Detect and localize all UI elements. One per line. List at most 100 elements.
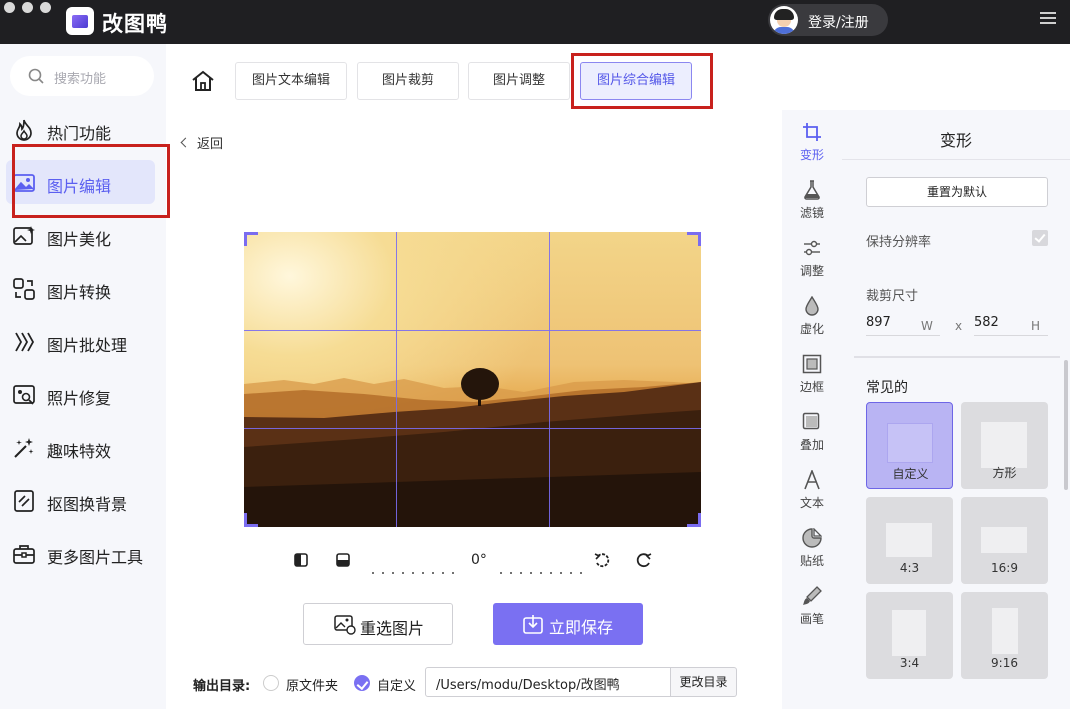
login-label: 登录/注册 bbox=[808, 15, 869, 31]
tool-label: 文本 bbox=[799, 496, 824, 510]
sidebar-item-repair[interactable]: 照片修复 bbox=[0, 372, 166, 418]
tool-label: 虚化 bbox=[799, 322, 824, 336]
tool-transform[interactable]: 变形 bbox=[782, 114, 842, 170]
rotate-right-icon[interactable] bbox=[636, 552, 652, 568]
rotation-slider-right[interactable] bbox=[500, 559, 590, 574]
tab-image-adjust[interactable]: 图片调整 bbox=[468, 62, 570, 100]
home-icon[interactable] bbox=[190, 68, 216, 94]
tool-label: 贴纸 bbox=[799, 554, 824, 568]
tool-overlay[interactable]: 叠加 bbox=[782, 404, 842, 460]
tab-image-crop[interactable]: 图片裁剪 bbox=[357, 62, 459, 100]
tool-sticker[interactable]: 贴纸 bbox=[782, 520, 842, 576]
overlay-icon bbox=[802, 412, 820, 430]
flip-vertical-icon[interactable] bbox=[335, 552, 351, 568]
divider bbox=[854, 356, 1060, 358]
menu-icon[interactable] bbox=[1040, 12, 1056, 26]
sliders-icon bbox=[804, 240, 820, 256]
output-dir-label: 输出目录: bbox=[193, 679, 251, 694]
tool-border[interactable]: 边框 bbox=[782, 346, 842, 402]
width-input[interactable]: 897 bbox=[866, 315, 891, 330]
crop-handle-top-left[interactable] bbox=[244, 232, 258, 246]
radio-custom-folder[interactable] bbox=[354, 675, 370, 691]
tab-image-text-edit[interactable]: 图片文本编辑 bbox=[235, 62, 347, 100]
back-link[interactable]: 返回 bbox=[180, 133, 223, 152]
tool-text[interactable]: 文本 bbox=[782, 462, 842, 518]
sidebar-item-effects[interactable]: 趣味特效 bbox=[0, 425, 166, 471]
title-bar: 改图鸭 登录/注册 bbox=[0, 0, 1070, 44]
radio-custom-label: 自定义 bbox=[377, 679, 417, 694]
avatar bbox=[770, 6, 798, 34]
crop-handle-bottom-left[interactable] bbox=[244, 513, 258, 527]
save-now-button[interactable]: 立即保存 bbox=[493, 603, 643, 645]
width-underline bbox=[866, 335, 940, 336]
preset-4-3[interactable]: 4:3 bbox=[866, 497, 953, 584]
save-label: 立即保存 bbox=[549, 618, 614, 637]
sidebar-item-label: 照片修复 bbox=[47, 389, 112, 408]
preset-16-9[interactable]: 16:9 bbox=[961, 497, 1048, 584]
keep-resolution-checkbox[interactable] bbox=[1032, 230, 1048, 246]
reset-default-button[interactable]: 重置为默认 bbox=[866, 177, 1048, 207]
flask-icon bbox=[804, 180, 820, 200]
sidebar-item-label: 图片批处理 bbox=[47, 336, 128, 355]
rotation-slider-left[interactable] bbox=[372, 559, 462, 574]
preset-label: 自定义 bbox=[892, 467, 929, 481]
flame-icon bbox=[16, 119, 32, 141]
times-sign: x bbox=[955, 319, 963, 333]
height-input[interactable]: 582 bbox=[974, 315, 999, 330]
crop-size-label: 裁剪尺寸 bbox=[866, 289, 919, 304]
preset-label: 16:9 bbox=[991, 561, 1018, 575]
highlight-frame-sidebar bbox=[12, 144, 170, 218]
crop-handle-bottom-right[interactable] bbox=[687, 513, 701, 527]
preset-label: 9:16 bbox=[991, 656, 1018, 670]
preset-square[interactable]: 方形 bbox=[961, 402, 1048, 489]
tool-blur[interactable]: 虚化 bbox=[782, 288, 842, 344]
drop-icon bbox=[805, 296, 819, 316]
preset-label: 方形 bbox=[992, 466, 1017, 480]
sidebar-item-batch[interactable]: 图片批处理 bbox=[0, 319, 166, 365]
sidebar-item-cutout[interactable]: 抠图换背景 bbox=[0, 478, 166, 524]
preset-label: 3:4 bbox=[899, 656, 920, 670]
preset-3-4[interactable]: 3:4 bbox=[866, 592, 953, 679]
batch-icon bbox=[15, 332, 35, 352]
preset-9-16[interactable]: 9:16 bbox=[961, 592, 1048, 679]
crop-handle-top-right[interactable] bbox=[687, 232, 701, 246]
preset-custom[interactable]: 自定义 bbox=[866, 402, 953, 489]
panel-title: 变形 bbox=[939, 131, 972, 150]
rotate-left-icon[interactable] bbox=[594, 552, 610, 568]
tool-filter[interactable]: 滤镜 bbox=[782, 172, 842, 228]
brush-icon bbox=[803, 586, 822, 605]
search-input[interactable]: 搜索功能 bbox=[10, 56, 154, 96]
close-window-dot[interactable] bbox=[4, 2, 15, 13]
image-swap-icon bbox=[334, 615, 356, 635]
tool-label: 叠加 bbox=[799, 438, 824, 452]
rotation-angle: 0° bbox=[471, 552, 487, 568]
photo-repair-icon bbox=[13, 385, 35, 405]
download-icon bbox=[523, 615, 543, 634]
tool-brush[interactable]: 画笔 bbox=[782, 578, 842, 634]
sidebar-item-label: 图片转换 bbox=[47, 283, 112, 302]
tool-label: 调整 bbox=[799, 264, 824, 278]
toolbox-icon bbox=[13, 545, 35, 564]
sidebar-item-label: 趣味特效 bbox=[47, 442, 112, 461]
panel-scrollbar[interactable] bbox=[1064, 360, 1068, 490]
reselect-label: 重选图片 bbox=[360, 619, 425, 638]
frame-icon bbox=[802, 354, 822, 374]
flip-horizontal-icon[interactable] bbox=[293, 552, 309, 568]
search-placeholder: 搜索功能 bbox=[54, 72, 107, 87]
sidebar-item-beautify[interactable]: 图片美化 bbox=[0, 213, 166, 259]
sidebar-item-convert[interactable]: 图片转换 bbox=[0, 266, 166, 312]
convert-icon bbox=[13, 278, 35, 300]
sidebar-item-more-tools[interactable]: 更多图片工具 bbox=[0, 531, 166, 577]
maximize-window-dot[interactable] bbox=[40, 2, 51, 13]
output-path-field[interactable]: /Users/modu/Desktop/改图鸭 bbox=[425, 667, 671, 697]
minimize-window-dot[interactable] bbox=[22, 2, 33, 13]
tool-label: 边框 bbox=[799, 380, 824, 394]
tool-adjust[interactable]: 调整 bbox=[782, 230, 842, 286]
radio-original-folder[interactable] bbox=[263, 675, 279, 691]
reselect-image-button[interactable]: 重选图片 bbox=[303, 603, 453, 645]
image-canvas[interactable] bbox=[244, 232, 701, 527]
login-button[interactable]: 登录/注册 bbox=[768, 4, 888, 36]
width-unit: W bbox=[921, 319, 933, 333]
change-directory-button[interactable]: 更改目录 bbox=[671, 667, 737, 697]
search-icon bbox=[28, 68, 44, 84]
